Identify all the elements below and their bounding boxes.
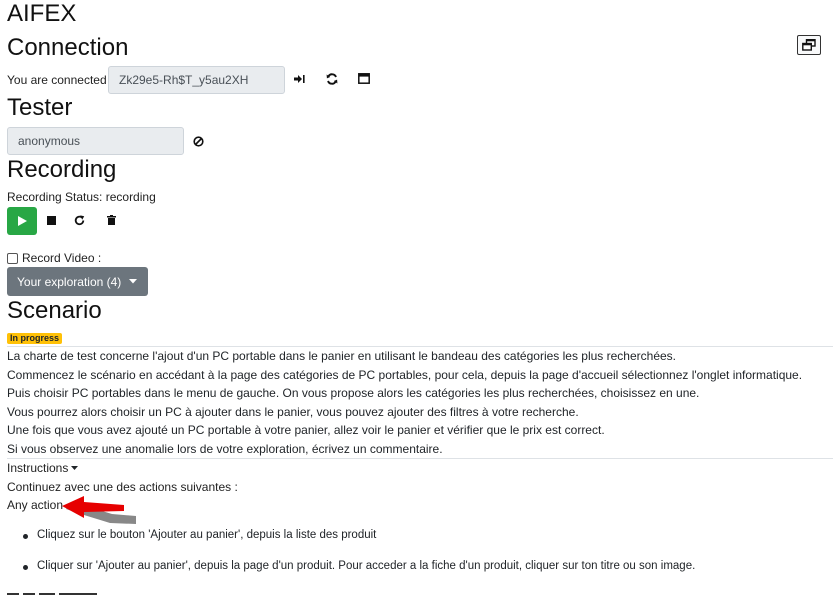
caret-down-icon [71,466,79,470]
scenario-line: Vous pourrez alors choisir un PC à ajout… [7,404,579,419]
action-list: Cliquez sur le bouton 'Ajouter au panier… [22,529,695,572]
scenario-line: Puis choisir PC portables dans le menu d… [7,386,700,400]
any-action-label: Any action [7,498,64,512]
tester-name-value: anonymous [18,134,81,148]
session-id-value: Zk29e5-Rh$T_y5au2XH [119,73,249,87]
scenario-description: La charte de test concerne l'ajout d'un … [7,346,833,459]
connection-status-label: You are connected [7,73,107,87]
instructions-toggle[interactable]: Instructions [7,461,79,475]
trash-button[interactable] [104,213,118,227]
sign-out-icon[interactable] [292,72,306,86]
arrow-pointer-icon [62,496,136,524]
tester-name-field[interactable]: anonymous [7,127,184,155]
restart-button[interactable] [72,213,86,227]
continue-text: Continuez avec une des actions suivantes… [7,480,238,494]
record-video-checkbox[interactable] [7,252,18,264]
next-section-heading [7,589,97,595]
instructions-toggle-label: Instructions [7,461,69,475]
popout-windows-icon[interactable] [797,35,821,55]
caret-down-icon [129,279,138,284]
exploration-dropdown[interactable]: Your exploration (4) [7,267,148,296]
scenario-line: Si vous observez une anomalie lors de vo… [7,441,443,456]
list-item[interactable]: Cliquer sur 'Ajouter au panier', depuis … [22,560,695,572]
recording-status: Recording Status: recording [7,190,156,204]
stop-icon [46,215,56,225]
status-badge: In progress [7,333,63,344]
record-video-label: Record Video : [22,251,102,265]
window-icon[interactable] [356,71,371,86]
sync-icon[interactable] [324,71,339,86]
stop-button[interactable] [44,213,58,227]
play-icon [17,216,27,226]
connection-heading: Connection [7,34,129,61]
scenario-line: La charte de test concerne l'ajout d'un … [7,349,677,363]
play-button[interactable] [7,207,37,235]
trash-icon [106,215,116,225]
scenario-heading: Scenario [7,297,102,324]
scenario-line: Une fois que vous avez ajouté un PC port… [7,423,605,437]
ban-icon[interactable] [191,134,205,148]
list-item[interactable]: Cliquez sur le bouton 'Ajouter au panier… [22,529,695,541]
exploration-dropdown-label: Your exploration (4) [17,274,122,289]
recording-heading: Recording [7,156,117,183]
scenario-line: Commencez le scénario en accédant à la p… [7,367,803,382]
app-title: AIFEX [7,0,77,27]
restart-icon [74,214,84,225]
record-video-option[interactable]: Record Video : [7,251,101,265]
tester-heading: Tester [7,94,73,121]
session-id-field[interactable]: Zk29e5-Rh$T_y5au2XH [108,66,285,94]
